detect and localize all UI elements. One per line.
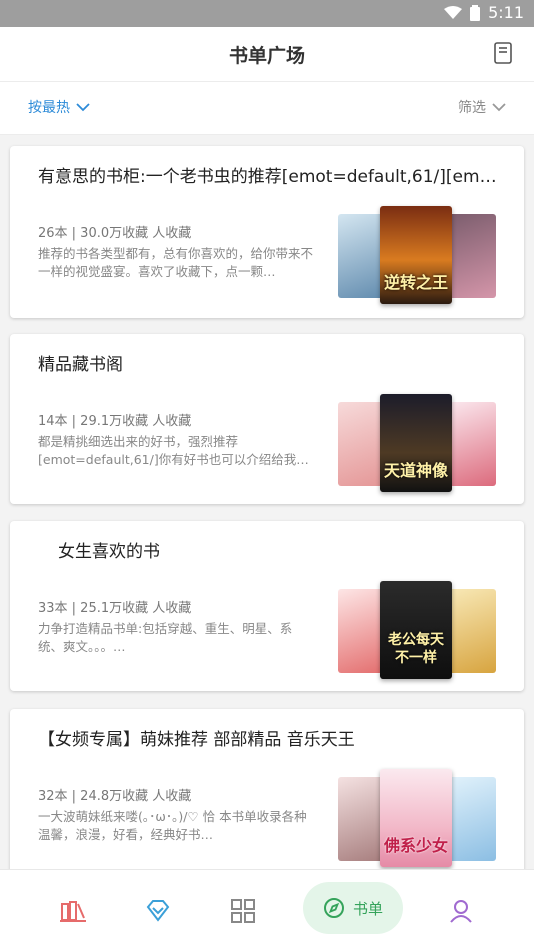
filter-label: 筛选 xyxy=(458,100,486,116)
bookshelf-icon[interactable] xyxy=(58,896,88,926)
book-cover-title: 老公每天不一样 xyxy=(388,632,444,666)
tab-booklist[interactable]: 书单 xyxy=(303,882,403,934)
diamond-icon[interactable] xyxy=(143,896,173,926)
tab-booklist-label: 书单 xyxy=(352,899,383,918)
booklist-meta: 32本 | 24.8万收藏 人收藏 xyxy=(38,789,192,804)
chevron-down-icon xyxy=(76,102,90,111)
profile-icon[interactable] xyxy=(446,896,476,926)
title-bar: 书单广场 xyxy=(0,27,534,82)
sort-dropdown[interactable]: 按最热 xyxy=(28,97,90,117)
book-cover-main: 天道神像 xyxy=(380,394,452,492)
bottom-tab-bar: 书单 xyxy=(0,869,534,950)
book-covers: 佛系少女 xyxy=(336,769,496,869)
page-title: 书单广场 xyxy=(228,45,305,67)
sort-label: 按最热 xyxy=(28,100,70,116)
booklist-card[interactable]: 精品藏书阁 14本 | 29.1万收藏 人收藏 都是精挑细选出来的好书，强烈推荐… xyxy=(10,334,524,504)
booklist-desc: 都是精挑细选出来的好书，强烈推荐[emot=default,61/]你有好书也可… xyxy=(38,434,309,467)
booklist-card[interactable]: 有意思的书柜:一个老书虫的推荐[emot=default,61/][emot=d… xyxy=(10,146,524,318)
filter-bar: 按最热 筛选 xyxy=(0,82,534,135)
booklist-list: 有意思的书柜:一个老书虫的推荐[emot=default,61/][emot=d… xyxy=(0,134,534,869)
booklist-title: 精品藏书阁 xyxy=(38,355,123,375)
book-cover-main: 佛系少女 xyxy=(380,769,452,867)
booklist-title: 女生喜欢的书 xyxy=(58,542,160,562)
book-cover-title: 逆转之王 xyxy=(384,273,449,292)
book-cover-title: 佛系少女 xyxy=(384,836,449,855)
filter-dropdown[interactable]: 筛选 xyxy=(458,97,506,117)
booklist-desc: 一大波萌妹纸来喽(｡･ω･｡)/♡ 恰 本书单收录各种温馨，浪漫，好看，经典好书… xyxy=(38,809,307,842)
booklist-desc: 推荐的书各类型都有，总有你喜欢的，给你带来不一样的视觉盛宴。喜欢了收藏下，点一颗… xyxy=(38,246,314,279)
booklist-title: 有意思的书柜:一个老书虫的推荐[emot=default,61/][emot=d… xyxy=(38,167,498,187)
compass-icon xyxy=(323,898,344,918)
book-cover-main: 逆转之王 xyxy=(380,206,452,304)
chevron-down-icon xyxy=(492,102,506,111)
booklist-card[interactable]: 【女频专属】萌妹推荐 部部精品 音乐天王 32本 | 24.8万收藏 人收藏 一… xyxy=(10,709,524,869)
book-cover-main: 老公每天不一样 xyxy=(380,581,452,679)
status-bar: 5:11 xyxy=(0,0,534,27)
booklist-meta: 26本 | 30.0万收藏 人收藏 xyxy=(38,226,192,241)
grid-icon[interactable] xyxy=(228,896,258,926)
booklist-meta: 33本 | 25.1万收藏 人收藏 xyxy=(38,601,192,616)
book-covers: 老公每天不一样 xyxy=(336,581,496,681)
booklist-meta: 14本 | 29.1万收藏 人收藏 xyxy=(38,414,192,429)
booklist-desc: 力争打造精品书单:包括穿越、重生、明星、系统、爽文。。。… xyxy=(38,621,293,654)
battery-icon xyxy=(470,4,481,21)
status-time: 5:11 xyxy=(488,3,524,22)
book-record-icon[interactable] xyxy=(494,42,512,64)
book-covers: 天道神像 xyxy=(336,394,496,494)
book-covers: 逆转之王 xyxy=(336,206,496,306)
book-cover-title: 天道神像 xyxy=(384,461,449,480)
booklist-title: 【女频专属】萌妹推荐 部部精品 音乐天王 xyxy=(38,730,355,750)
booklist-card[interactable]: 女生喜欢的书 33本 | 25.1万收藏 人收藏 力争打造精品书单:包括穿越、重… xyxy=(10,521,524,691)
wifi-icon xyxy=(444,5,463,19)
